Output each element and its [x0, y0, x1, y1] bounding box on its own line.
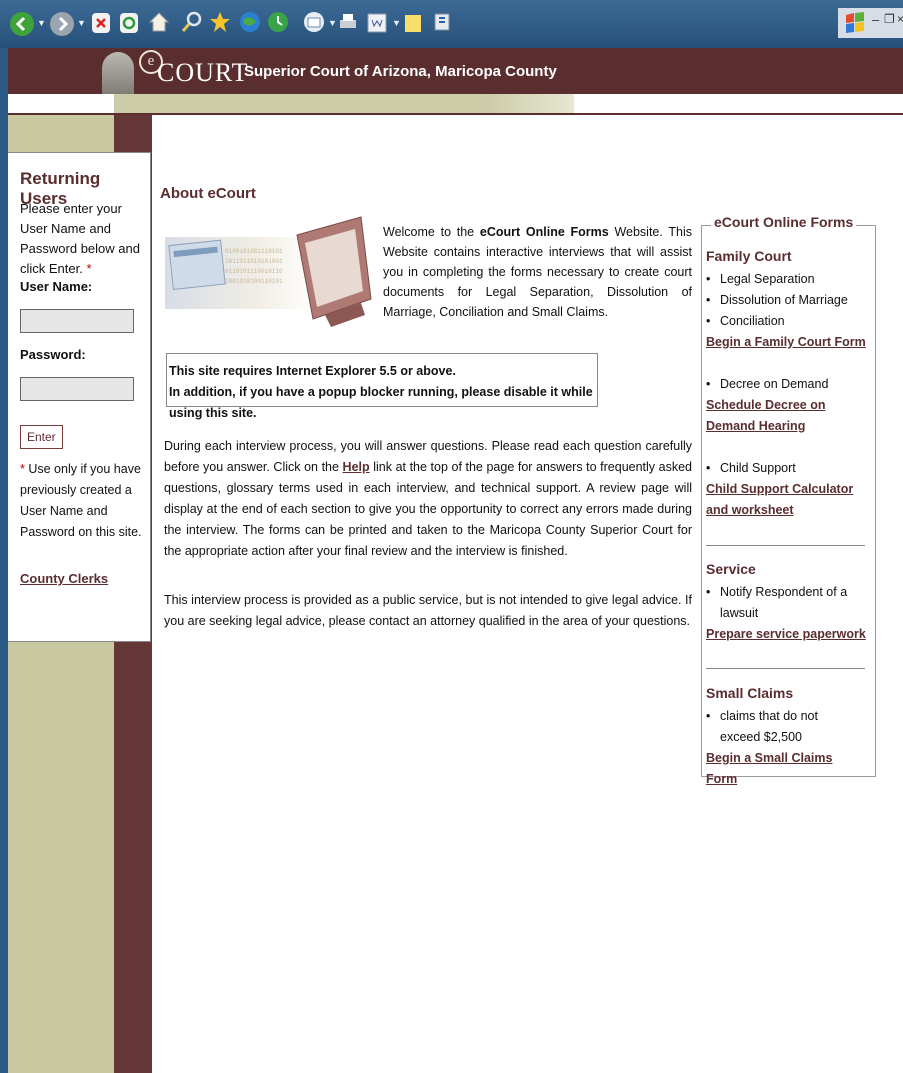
restore-icon[interactable]: ❐ — [884, 12, 895, 26]
welcome-site-name: eCourt Online Forms — [479, 225, 609, 239]
required-mark: * — [86, 261, 92, 276]
child-support-calculator-link[interactable]: Child Support Calculator and worksheet — [706, 479, 866, 521]
welcome-prefix: Welcome to the — [383, 225, 480, 239]
svg-text:1001010100110101: 1001010100110101 — [225, 278, 283, 285]
back-icon[interactable] — [10, 12, 34, 36]
login-instructions-text: Please enter your User Name and Password… — [20, 201, 140, 276]
password-input[interactable] — [20, 377, 134, 401]
begin-small-claims-form-link[interactable]: Begin a Small Claims Form — [706, 748, 866, 790]
browser-requirements-box: This site requires Internet Explorer 5.5… — [166, 353, 598, 420]
section-divider — [706, 668, 865, 669]
requirement-ie-version: This site requires Internet Explorer 5.5… — [169, 364, 456, 378]
username-label: User Name: — [20, 279, 93, 294]
forward-dropdown-icon[interactable]: ▼ — [77, 18, 86, 28]
print-icon[interactable] — [336, 10, 360, 34]
page-title: About eCourt — [160, 185, 256, 202]
edit-icon[interactable] — [366, 12, 388, 34]
requirement-popup-blocker: In addition, if you have a popup blocker… — [169, 385, 593, 420]
mail-icon[interactable] — [302, 10, 326, 34]
forward-icon[interactable] — [50, 12, 74, 36]
instructions-text-b: link at the top of the page for answers … — [164, 460, 693, 558]
login-note: * Use only if you have previously create… — [20, 459, 152, 543]
login-panel: Returning Users Please enter your User N… — [8, 152, 151, 642]
legal-disclaimer: This interview process is provided as a … — [164, 593, 692, 628]
family-court-heading: Family Court — [706, 248, 792, 264]
list-item: • Child Support — [706, 461, 796, 475]
list-item: • Dissolution of Marriage — [706, 293, 848, 307]
court-name: Superior Court of Arizona, Maricopa Coun… — [244, 63, 557, 80]
svg-text:0100101001110101: 0100101001110101 — [225, 248, 283, 255]
login-instructions: Please enter your User Name and Password… — [20, 199, 146, 279]
password-label: Password: — [20, 347, 86, 362]
browser-toolbar: ▼ ▼ ▼ ▼ – ❐ × — [0, 0, 903, 48]
stop-icon[interactable] — [92, 13, 110, 33]
login-note-text: Use only if you have previously created … — [20, 462, 142, 539]
search-icon[interactable] — [180, 10, 204, 34]
service-heading: Service — [706, 561, 756, 577]
schedule-decree-hearing-link[interactable]: Schedule Decree on Demand Hearing — [706, 395, 866, 437]
username-input[interactable] — [20, 309, 134, 333]
welcome-text: Welcome to the eCourt Online Forms Websi… — [383, 222, 692, 322]
list-item: • claims that do not exceed $2,500 — [706, 709, 818, 744]
interview-instructions: During each interview process, you will … — [164, 436, 692, 562]
small-claims-heading: Small Claims — [706, 685, 794, 701]
county-clerks-link[interactable]: County Clerks — [20, 571, 108, 586]
edit-dropdown-icon[interactable]: ▼ — [392, 18, 401, 28]
svg-text:0110101110010110: 0110101110010110 — [225, 268, 283, 275]
logo-text[interactable]: COURT — [157, 58, 249, 88]
courthouse-column-logo — [102, 52, 134, 96]
media-icon[interactable] — [238, 10, 262, 34]
list-item: • Legal Separation — [706, 272, 815, 286]
computer-forms-illustration: 0100101001110101 1011011010101001 011010… — [165, 216, 372, 327]
minimize-icon[interactable]: – — [872, 12, 879, 27]
begin-family-court-form-link[interactable]: Begin a Family Court Form — [706, 332, 866, 353]
list-item: • Conciliation — [706, 314, 785, 328]
close-icon[interactable]: × — [897, 12, 903, 26]
refresh-icon[interactable] — [120, 13, 138, 33]
messenger-icon[interactable] — [430, 10, 454, 34]
favorites-icon[interactable] — [208, 10, 232, 34]
svg-text:1011011010101001: 1011011010101001 — [225, 258, 283, 265]
list-item: • Notify Respondent of a lawsuit — [706, 585, 848, 620]
welcome-suffix: Website. This Website contains interacti… — [383, 225, 692, 319]
enter-button[interactable]: Enter — [20, 425, 63, 449]
discuss-icon[interactable] — [402, 12, 424, 34]
prepare-service-paperwork-link[interactable]: Prepare service paperwork — [706, 624, 866, 645]
online-forms-legend: eCourt Online Forms — [711, 214, 857, 230]
windows-logo-icon — [846, 12, 864, 33]
back-dropdown-icon[interactable]: ▼ — [37, 18, 46, 28]
section-divider — [706, 545, 865, 546]
window-controls: – ❐ × — [838, 8, 903, 38]
history-icon[interactable] — [266, 10, 290, 34]
help-link[interactable]: Help — [343, 460, 370, 474]
list-item: • Decree on Demand — [706, 377, 829, 391]
home-icon[interactable] — [147, 10, 171, 34]
header-stripe-accent — [114, 94, 574, 114]
